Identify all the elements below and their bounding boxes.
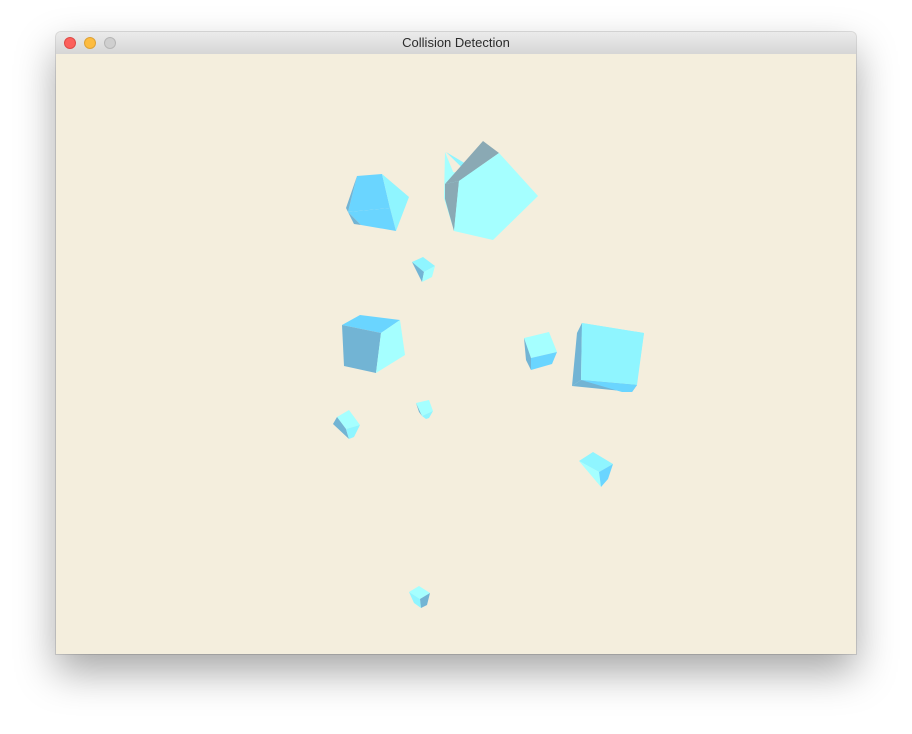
cube-6	[572, 323, 644, 392]
window-title: Collision Detection	[402, 35, 510, 50]
app-window: Collision Detection	[56, 32, 856, 654]
scene-svg	[333, 141, 644, 608]
render-canvas[interactable]	[56, 54, 856, 654]
cube-7	[416, 400, 433, 419]
cube-2	[346, 174, 409, 231]
cube-9	[579, 452, 613, 487]
title-bar[interactable]: Collision Detection	[56, 32, 856, 55]
cube-3	[412, 257, 435, 282]
cube-10	[409, 586, 430, 608]
cube-1	[444, 141, 538, 240]
cube-5	[524, 332, 557, 370]
cube-8	[333, 410, 360, 439]
cube-4	[342, 315, 405, 373]
